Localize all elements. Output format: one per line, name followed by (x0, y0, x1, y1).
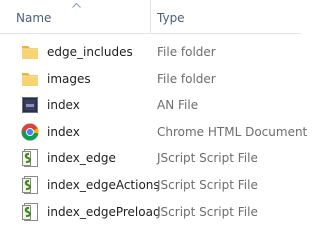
file-name: edge_includes (47, 45, 133, 59)
file-name: index_edgeActions (47, 177, 160, 192)
file-type: JScript Script File (157, 151, 258, 166)
jscript-icon (22, 149, 38, 168)
file-type: File folder (157, 71, 216, 86)
file-name: index (47, 98, 80, 113)
jscript-icon (22, 202, 38, 221)
file-name: index_edge (47, 151, 116, 166)
file-type: File folder (157, 45, 216, 59)
chrome-icon (21, 123, 39, 141)
an-file-icon (22, 97, 38, 114)
file-row[interactable]: index_edgePreload JScript Script File (0, 199, 301, 226)
column-header-row: Name Type (0, 0, 301, 34)
folder-icon (22, 46, 38, 59)
file-name: images (47, 71, 91, 86)
column-header-name[interactable]: Name (0, 0, 150, 34)
file-list: edge_includes File folder images File fo… (0, 39, 307, 226)
file-row[interactable]: index AN File (0, 92, 301, 119)
file-name: index_edgePreload (47, 204, 161, 219)
folder-icon (22, 72, 38, 86)
file-row[interactable]: edge_includes File folder (0, 39, 301, 66)
file-type: JScript Script File (157, 204, 258, 219)
file-type: Chrome HTML Document (157, 124, 308, 139)
file-row[interactable]: index_edgeActions JScript Script File (0, 172, 301, 199)
file-type: AN File (157, 98, 199, 113)
file-row[interactable]: images File folder (0, 66, 301, 93)
column-header-type[interactable]: Type (150, 0, 301, 34)
file-row[interactable]: index Chrome HTML Document (0, 119, 307, 146)
jscript-icon (22, 175, 38, 194)
file-name: index (47, 124, 80, 139)
file-explorer-list: Name Type edge_includes File folder imag… (0, 0, 307, 250)
file-row[interactable]: index_edge JScript Script File (0, 145, 301, 172)
file-type: JScript Script File (157, 177, 258, 192)
